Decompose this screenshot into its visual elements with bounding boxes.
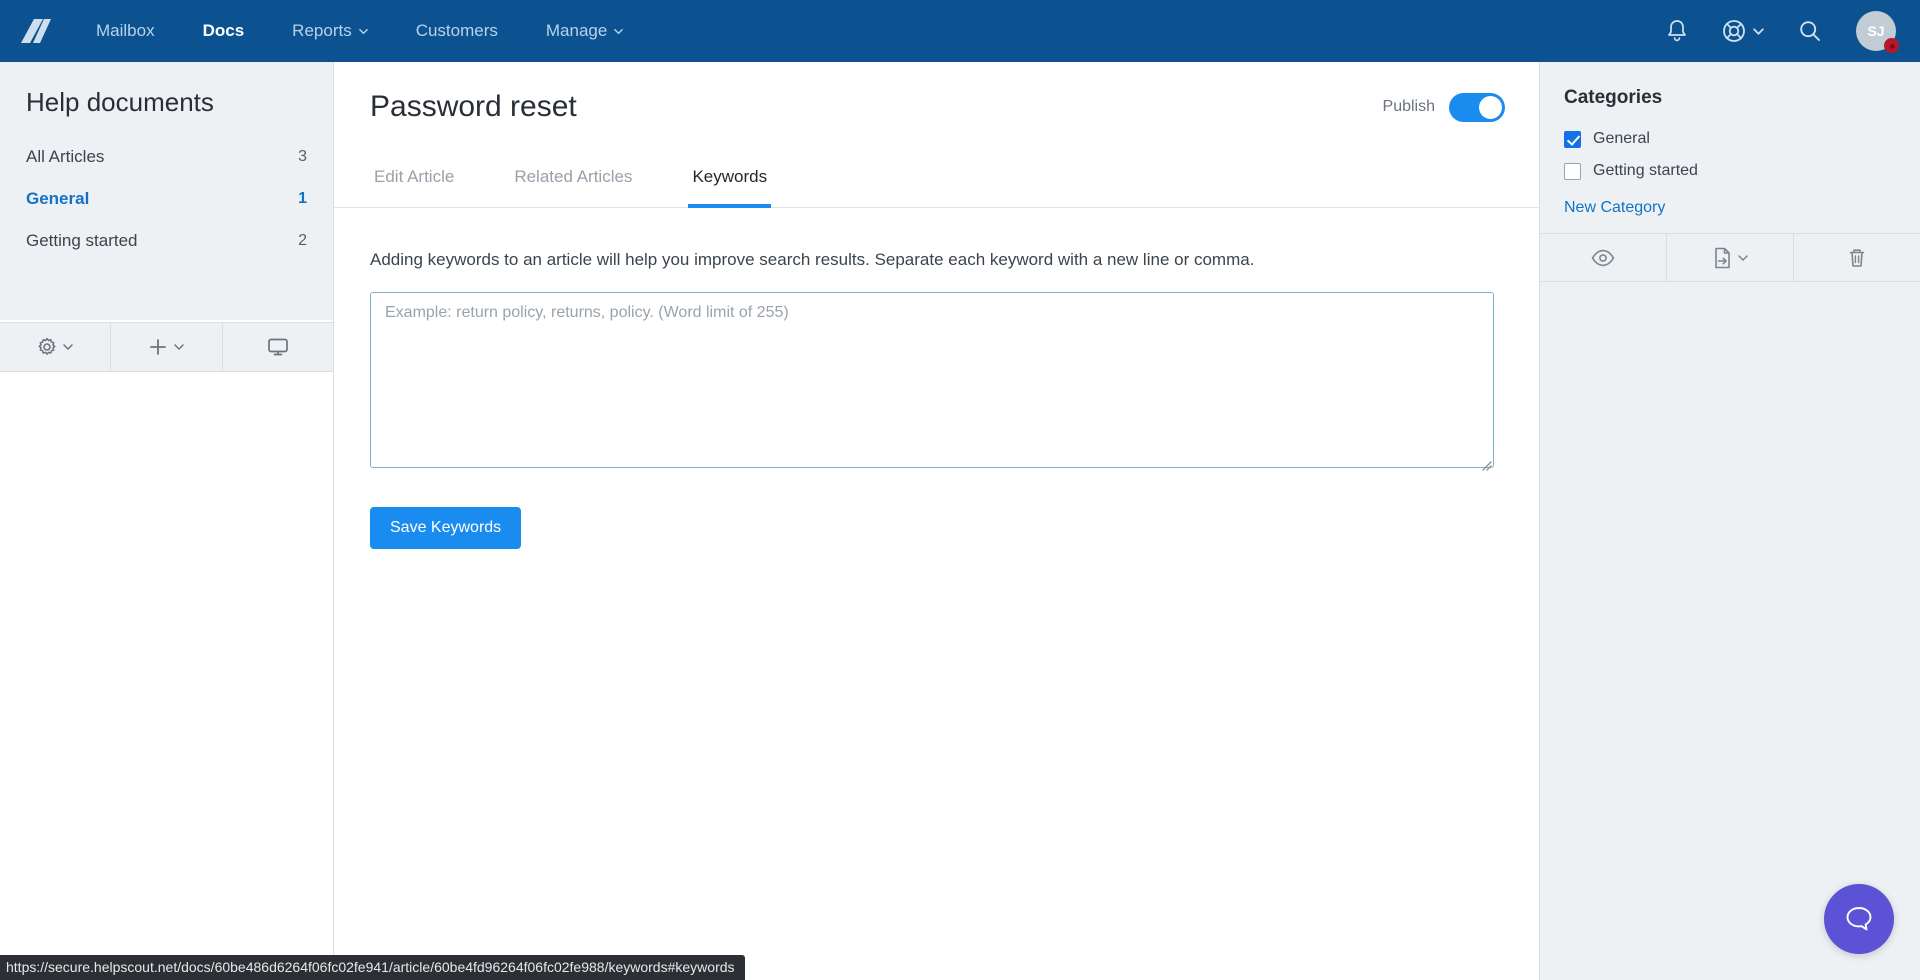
nav-item-label: Reports — [292, 21, 352, 40]
page-body: Help documents All Articles 3 General 1 … — [0, 62, 1920, 980]
search-icon[interactable] — [1798, 19, 1822, 43]
sidebar-item-getting-started[interactable]: Getting started 2 — [0, 220, 333, 262]
publish-control: Publish — [1382, 92, 1505, 122]
nav-item-mailbox[interactable]: Mailbox — [72, 0, 179, 62]
article-actions-toolbar — [1540, 233, 1920, 282]
sidebar-item-label: General — [26, 189, 90, 208]
tab-label: Keywords — [692, 167, 768, 186]
publish-toggle-knob — [1479, 95, 1502, 119]
avatar[interactable]: SJ — [1856, 11, 1899, 53]
sidebar-settings-button[interactable] — [0, 323, 112, 371]
chevron-down-icon — [63, 344, 73, 350]
bell-icon[interactable] — [1666, 19, 1688, 43]
move-article-button[interactable] — [1667, 234, 1794, 281]
page-title: Password reset — [370, 90, 577, 123]
keywords-input[interactable] — [370, 292, 1494, 468]
plus-icon — [150, 339, 167, 355]
sidebar-item-count: 1 — [298, 190, 307, 207]
nav-item-docs[interactable]: Docs — [179, 0, 269, 62]
gear-icon — [38, 337, 56, 355]
chevron-down-icon — [358, 28, 368, 34]
sidebar-item-label: All Articles — [26, 147, 105, 166]
move-article-icon — [1714, 247, 1730, 268]
trash-icon — [1849, 248, 1865, 267]
category-row-general[interactable]: General — [1540, 123, 1920, 155]
sidebar-add-button[interactable] — [111, 323, 223, 371]
sidebar-article-list-empty — [0, 320, 333, 980]
category-label: General — [1593, 130, 1650, 147]
tab-label: Edit Article — [374, 167, 455, 186]
sidebar-title: Help documents — [26, 87, 214, 117]
article-tabs: Edit Article Related Articles Keywords — [334, 152, 1539, 208]
sidebar-preview-site-button[interactable] — [223, 323, 333, 371]
right-panel: Categories General Getting started New C… — [1539, 62, 1920, 980]
helpscout-logo[interactable] — [0, 0, 72, 62]
chevron-down-icon — [1753, 27, 1764, 35]
nav-item-customers[interactable]: Customers — [392, 0, 522, 62]
article-header: Password reset Publish — [334, 62, 1539, 152]
bell-icon-glyph — [1668, 20, 1686, 42]
tab-related-articles[interactable]: Related Articles — [510, 153, 636, 208]
nav-item-reports[interactable]: Reports — [268, 0, 392, 62]
tab-label: Related Articles — [514, 167, 633, 186]
main-content: Password reset Publish Edit Article Rela… — [334, 62, 1539, 980]
sidebar-collection-list: All Articles 3 General 1 Getting started… — [0, 136, 333, 270]
chat-bubble-icon — [1846, 907, 1872, 931]
lifebuoy-icon — [1723, 20, 1745, 42]
nav-right-actions: SJ — [1666, 0, 1920, 62]
sidebar-item-count: 2 — [298, 232, 307, 249]
publish-label: Publish — [1382, 98, 1435, 115]
chevron-down-icon — [614, 28, 624, 34]
categories-title: Categories — [1564, 87, 1663, 108]
nav-item-label: Customers — [415, 21, 498, 40]
sidebar-item-count: 3 — [298, 148, 307, 165]
chevron-down-icon — [174, 344, 185, 350]
chevron-down-icon — [1737, 254, 1748, 261]
nav-item-label: Manage — [545, 21, 608, 40]
new-category-link[interactable]: New Category — [1540, 187, 1920, 233]
right-panel-empty-area — [1540, 282, 1920, 980]
save-keywords-button[interactable]: Save Keywords — [370, 507, 522, 549]
search-icon-glyph — [1800, 21, 1820, 41]
browser-status-url: https://secure.helpscout.net/docs/60be48… — [0, 955, 745, 980]
left-sidebar: Help documents All Articles 3 General 1 … — [0, 62, 334, 980]
publish-toggle[interactable] — [1449, 92, 1505, 122]
preview-article-button[interactable] — [1540, 234, 1667, 281]
nav-item-manage[interactable]: Manage — [522, 0, 647, 62]
sidebar-item-all-articles[interactable]: All Articles 3 — [0, 136, 333, 178]
category-label: Getting started — [1593, 162, 1698, 179]
sidebar-item-general[interactable]: General 1 — [0, 178, 333, 220]
category-checkbox-getting-started[interactable] — [1564, 162, 1581, 180]
avatar-status-badge — [1884, 38, 1899, 53]
primary-nav-items: Mailbox Docs Reports Customers Manage — [72, 0, 647, 62]
delete-article-button[interactable] — [1794, 234, 1920, 281]
sidebar-toolbar — [0, 322, 333, 372]
sidebar-item-label: Getting started — [26, 231, 138, 250]
tab-keywords[interactable]: Keywords — [688, 153, 772, 208]
tab-edit-article[interactable]: Edit Article — [370, 153, 458, 208]
eye-preview-icon — [1591, 249, 1615, 266]
keywords-textarea-wrap — [370, 292, 1494, 473]
nav-item-label: Docs — [202, 21, 245, 40]
avatar-initials: SJ — [1867, 23, 1885, 39]
helpscout-logo-icon — [21, 19, 51, 43]
category-row-getting-started[interactable]: Getting started — [1540, 155, 1920, 187]
help-menu-button[interactable] — [1722, 19, 1764, 43]
support-beacon-button[interactable] — [1824, 884, 1894, 954]
top-navigation-bar: Mailbox Docs Reports Customers Manage SJ — [0, 0, 1920, 62]
nav-item-label: Mailbox — [96, 21, 155, 40]
category-checkbox-general[interactable] — [1564, 130, 1581, 148]
keywords-panel: Adding keywords to an article will help … — [334, 208, 1539, 549]
monitor-preview-icon — [267, 338, 288, 356]
keywords-description: Adding keywords to an article will help … — [370, 250, 1255, 269]
